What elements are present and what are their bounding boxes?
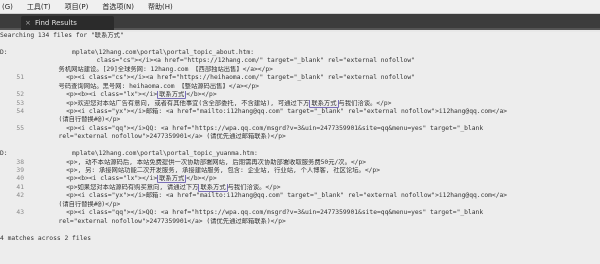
menu-item-g[interactable]: (G) xyxy=(2,3,13,11)
file-path[interactable]: D: mplate\12hang.com\portal\portal_topic… xyxy=(0,49,600,57)
context-line: rel="external nofollow">2477359901</a> (… xyxy=(32,133,286,141)
line-number: 52 xyxy=(16,91,24,99)
line-number: 41 xyxy=(16,183,24,191)
context-line: rel="external nofollow">2477359901</a> (… xyxy=(32,217,286,225)
tab-strip: × Find Results xyxy=(0,14,600,30)
line-number: 39 xyxy=(16,167,24,174)
context-line: 38 <p>, 动不本站源码后, 本站免费提供一次协助部署网站, 后期需再次协助… xyxy=(0,159,600,167)
line-number: 42 xyxy=(16,192,24,200)
context-line: (请自行替换#@)</p> xyxy=(32,116,121,124)
line-number: 38 xyxy=(16,158,24,166)
match-line: 41 <p>如果您对本站源码有购买意向, 请通过下方 联系方式 与我们洽谈。</p> xyxy=(0,183,600,192)
menu-item-project[interactable]: 项目(P) xyxy=(65,2,89,12)
context-line: 号码查询网站。黑号网: heihaoma.com 【整站源码出售】</a></p… xyxy=(32,82,260,90)
context-line: 42 <p><i class="yx"></i>邮箱: <a href="mai… xyxy=(0,192,600,200)
context-line: (请自行替换#@)</p> xyxy=(32,200,121,208)
context-line: 54 <p><i class="yx"></i>邮箱: <a href="mai… xyxy=(0,108,600,116)
line-number: 53 xyxy=(16,99,24,107)
search-header: Searching 134 files for "联系方式" xyxy=(0,32,124,39)
match-highlight[interactable]: 联系方式 xyxy=(309,99,339,108)
line-number: 43 xyxy=(16,209,24,217)
match-line: 40 <p><b><i class="lx"></i> 联系方式 </b></p> xyxy=(0,175,600,184)
find-results-panel[interactable]: Searching 134 files for "联系方式" D: mplate… xyxy=(0,32,600,264)
match-line: 53 <p>欢迎您对本站广告有意向, 或者有其他事宜(含全部委托, 不含建站),… xyxy=(0,99,600,108)
file-path[interactable]: D: mplate\12hang.com\portal\portal_topic… xyxy=(0,150,600,158)
context-line: 51 <p><i class="cs"></i><a href="https:/… xyxy=(0,74,600,82)
line-number: 40 xyxy=(16,175,24,183)
menu-item-help[interactable]: 帮助(H) xyxy=(148,2,173,12)
context-line: 务机网站建设。[29]全球务网: 12hang.com 【西部独站出售】</a>… xyxy=(32,65,273,73)
menu-item-preferences[interactable]: 首选项(N) xyxy=(102,2,134,12)
match-highlight[interactable]: 联系方式 xyxy=(157,175,187,184)
line-number: 55 xyxy=(16,124,24,132)
menu-item-tools[interactable]: 工具(T) xyxy=(27,2,51,12)
line-number: 54 xyxy=(16,107,24,115)
line-number: 51 xyxy=(16,74,24,82)
match-summary: 4 matches across 2 files xyxy=(0,234,91,242)
match-line: 52 <p><b><i class="lx"></i> 联系方式 </b></p> xyxy=(0,91,600,100)
context-line: 43 <p><i class="qq"></i>QQ: <a href="htt… xyxy=(0,209,600,217)
tab-find-results[interactable]: × Find Results xyxy=(21,16,114,30)
context-line: class="cs"></i><a href="https://12hang.c… xyxy=(32,57,415,65)
tab-label: Find Results xyxy=(35,19,77,27)
context-line: 55 <p><i class="qq"></i>QQ: <a href="htt… xyxy=(0,125,600,133)
menu-bar: (G) 工具(T) 项目(P) 首选项(N) 帮助(H) xyxy=(0,0,600,14)
match-highlight[interactable]: 联系方式 xyxy=(198,183,228,192)
match-highlight[interactable]: 联系方式 xyxy=(157,91,187,100)
close-icon[interactable]: × xyxy=(25,19,31,27)
context-line: 39 <p>, 另: 承接网站功能二次开发服务, 承接建站服务, 包含: 企业站… xyxy=(0,167,600,175)
